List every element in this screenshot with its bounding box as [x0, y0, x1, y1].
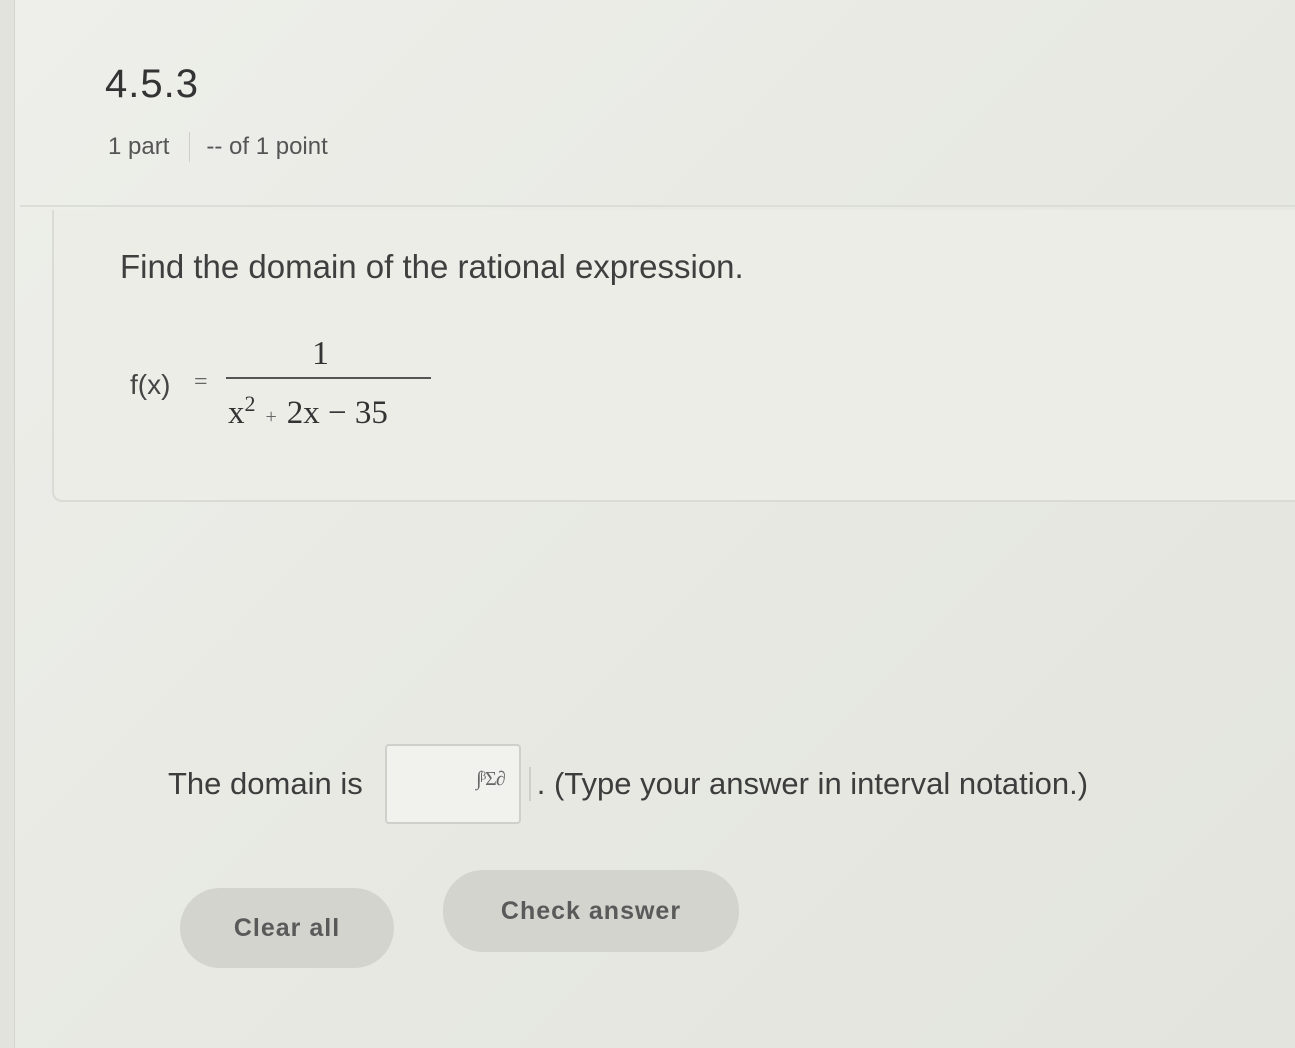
- fraction-bar: [226, 377, 431, 379]
- denominator-plus: +: [265, 406, 277, 428]
- math-palette-icon[interactable]: ∫ᵝΣ∂: [476, 768, 506, 791]
- check-answer-button[interactable]: Check answer: [443, 870, 739, 952]
- denominator: x2 + 2x − 35: [228, 391, 388, 432]
- question-prompt: Find the domain of the rational expressi…: [120, 248, 744, 285]
- question-meta: 1 part -- of 1 point: [108, 132, 328, 162]
- denominator-exponent: 2: [244, 391, 256, 416]
- denominator-rest: 2x − 35: [286, 395, 388, 431]
- question-header: 4.5.3 1 part -- of 1 point: [20, 0, 1295, 207]
- numerator: 1: [312, 335, 329, 372]
- meta-divider: [189, 132, 191, 162]
- rational-expression: f(x) = 1 x2 + 2x − 35: [130, 335, 450, 445]
- denominator-base: x: [228, 395, 245, 431]
- function-name: f(x): [130, 369, 171, 400]
- homework-page: 4.5.3 1 part -- of 1 point Find the doma…: [0, 0, 1295, 1048]
- question-number: 4.5.3: [105, 62, 199, 106]
- question-points: -- of 1 point: [206, 133, 328, 160]
- question-parts: 1 part: [108, 133, 170, 160]
- answer-instruction: . (Type your answer in interval notation…: [536, 766, 1089, 801]
- equals-sign: =: [194, 369, 208, 395]
- input-edge: [528, 767, 531, 801]
- left-scroll-edge: [0, 0, 15, 1048]
- domain-answer-input[interactable]: ∫ᵝΣ∂: [384, 744, 521, 824]
- answer-label: The domain is: [168, 766, 363, 801]
- clear-all-button[interactable]: Clear all: [180, 888, 394, 968]
- answer-row: The domain is ∫ᵝΣ∂ . (Type your answer i…: [168, 744, 1088, 824]
